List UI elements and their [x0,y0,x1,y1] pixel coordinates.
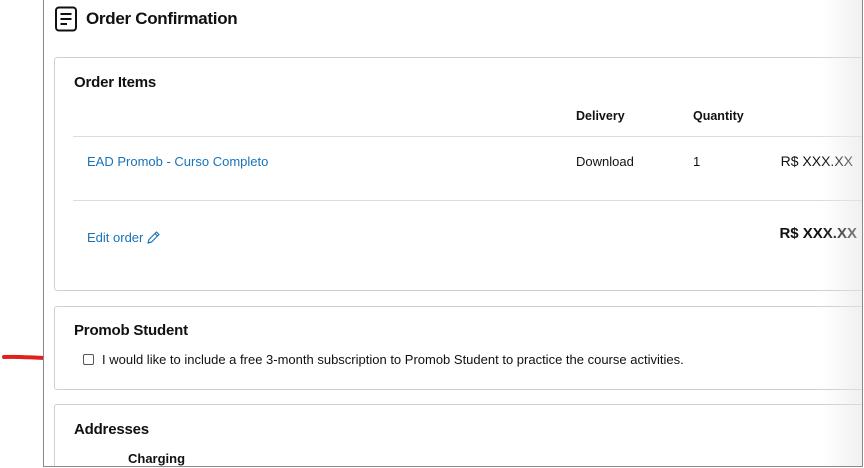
order-items-title: Order Items [74,74,156,91]
column-header-quantity: Quantity [693,109,744,123]
edit-order-label: Edit order [87,230,144,245]
order-item-quantity: 1 [693,154,701,169]
document-icon [55,6,77,32]
promob-student-checkbox-label: I would like to include a free 3-month s… [102,352,684,367]
order-item-delivery: Download [576,154,634,169]
column-header-delivery: Delivery [576,109,625,123]
page-title: Order Confirmation [86,9,238,28]
divider [73,136,862,137]
order-item-link[interactable]: EAD Promob - Curso Completo [87,154,268,169]
addresses-title: Addresses [74,421,149,438]
pencil-icon [147,231,160,244]
order-confirmation-panel: Order Confirmation Order Items Delivery … [43,0,863,467]
promob-student-card: Promob Student I would like to include a… [54,306,862,390]
addresses-card: Addresses Charging [54,404,862,466]
promob-student-option[interactable]: I would like to include a free 3-month s… [83,352,684,367]
charging-label: Charging [128,451,186,466]
order-items-card: Order Items Delivery Quantity EAD Promob… [54,57,862,291]
order-total: R$ XXX.XX [779,225,857,242]
order-item-price: R$ XXX.XX [780,153,853,169]
divider [73,200,862,201]
page-header: Order Confirmation [54,5,238,33]
edit-order-link[interactable]: Edit order [87,230,161,245]
promob-student-title: Promob Student [74,322,188,339]
promob-student-checkbox[interactable] [83,354,94,365]
